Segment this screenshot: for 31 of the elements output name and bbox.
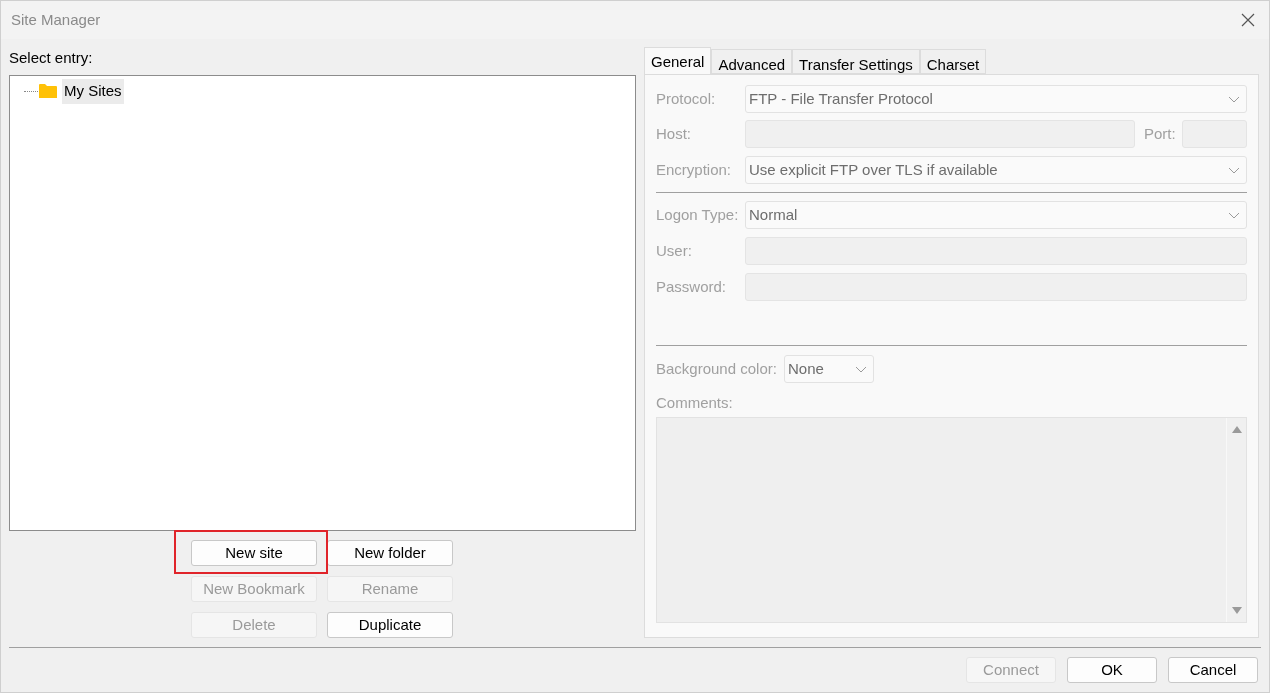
scroll-up-icon[interactable] [1231, 426, 1242, 433]
chevron-down-icon [1228, 166, 1240, 174]
chevron-down-icon [855, 365, 867, 373]
comments-field[interactable] [656, 417, 1247, 623]
tab[interactable]: General [644, 47, 712, 74]
chevron-down-icon [1228, 211, 1240, 219]
field-label: Encryption: [656, 159, 733, 180]
close-icon[interactable] [1241, 13, 1255, 27]
folder-icon [39, 83, 57, 100]
field-label: Host: [656, 123, 692, 144]
action-button[interactable]: New folder [327, 540, 453, 566]
field-label: Password: [656, 276, 728, 297]
field-label: Comments: [656, 394, 733, 411]
tree-item[interactable]: My Sites [62, 79, 124, 104]
tree-connector [24, 90, 38, 92]
tab[interactable]: Transfer Settings [792, 49, 920, 74]
action-button[interactable]: New site [191, 540, 317, 566]
action-button[interactable]: Cancel [1168, 657, 1258, 683]
tab[interactable]: Charset [919, 49, 987, 74]
chevron-down-icon [1228, 95, 1240, 103]
field-label: Port: [1144, 123, 1177, 144]
field-label: Background color: [656, 358, 778, 379]
tree-label: Select entry: [9, 48, 94, 68]
scroll-down-icon[interactable] [1231, 607, 1242, 614]
action-button[interactable]: OK [1067, 657, 1157, 683]
tab[interactable]: Advanced [711, 49, 793, 74]
field-label: Logon Type: [656, 204, 740, 225]
window-title: Site Manager [11, 9, 101, 30]
action-button[interactable]: Duplicate [327, 612, 453, 638]
field-label: Protocol: [656, 88, 717, 109]
field-label: User: [656, 240, 693, 261]
